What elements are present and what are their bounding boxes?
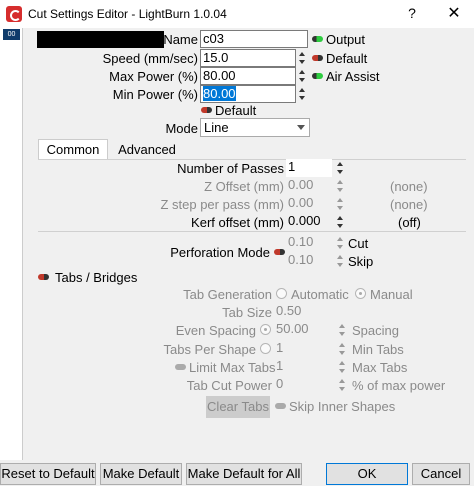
min-power-input[interactable]: 80.00 <box>200 85 296 103</box>
tab-size-input[interactable]: 0.50 <box>274 303 324 321</box>
tab-cut-power-spinner-icon[interactable] <box>338 377 347 393</box>
cancel-button[interactable]: Cancel <box>412 463 470 485</box>
section-divider <box>38 231 466 232</box>
skip-inner-shapes-toggle[interactable] <box>275 403 286 409</box>
min-tabs-input[interactable]: 1 <box>274 340 330 358</box>
kerf-note: (off) <box>398 215 421 230</box>
manual-label: Manual <box>370 287 413 302</box>
z-offset-spinner-icon[interactable] <box>336 178 345 194</box>
z-step-input[interactable]: 0.00 <box>286 195 332 213</box>
skip-inner-shapes-label: Skip Inner Shapes <box>289 399 396 414</box>
min-power-spinner-icon[interactable] <box>298 86 307 102</box>
kerf-label: Kerf offset (mm) <box>191 215 284 230</box>
reset-to-default-button[interactable]: Reset to Default <box>0 463 96 485</box>
tab-cut-power-unit: % of max power <box>352 378 446 393</box>
z-step-note: (none) <box>390 197 428 212</box>
max-tabs-spinner-icon[interactable] <box>338 359 347 375</box>
passes-spinner-icon[interactable] <box>336 160 345 176</box>
manual-radio[interactable] <box>355 288 366 299</box>
kerf-spinner-icon[interactable] <box>336 214 345 230</box>
min-tabs-label: Min Tabs <box>352 342 404 357</box>
layer-chip[interactable]: 00 <box>3 29 20 40</box>
window-title: Cut Settings Editor - LightBurn 1.0.04 <box>28 7 227 21</box>
z-offset-note: (none) <box>390 179 428 194</box>
automatic-label: Automatic <box>291 287 349 302</box>
clear-tabs-button[interactable]: Clear Tabs <box>206 396 270 418</box>
limit-max-tabs-toggle[interactable] <box>175 364 186 370</box>
even-spacing-radio[interactable] <box>260 324 271 335</box>
mode-dropdown[interactable]: Line <box>200 118 310 137</box>
name-input[interactable]: c03 <box>200 30 308 48</box>
perforation-label: Perforation Mode <box>170 245 270 260</box>
perf-cut-label: Cut <box>348 236 369 251</box>
tab-size-label: Tab Size <box>222 305 272 320</box>
perforation-toggle[interactable] <box>274 249 285 255</box>
chevron-down-icon <box>297 125 305 130</box>
max-power-spinner-icon[interactable] <box>298 68 307 84</box>
spacing-spinner-icon[interactable] <box>338 322 347 338</box>
help-button[interactable]: ? <box>404 5 420 21</box>
output-label: Output <box>326 32 366 47</box>
perf-cut-spinner-icon[interactable] <box>336 235 345 251</box>
passes-input[interactable]: 1 <box>286 159 332 177</box>
lightburn-app-icon <box>6 6 22 22</box>
speed-spinner-icon[interactable] <box>298 50 307 66</box>
output-toggle[interactable] <box>312 36 323 42</box>
mode-value: Line <box>204 120 229 135</box>
z-step-spinner-icon[interactable] <box>336 196 345 212</box>
spacing-label: Spacing <box>352 323 399 338</box>
tabs-per-shape-label: Tabs Per Shape <box>163 342 256 357</box>
tab-cut-power-input[interactable]: 0 <box>274 376 330 394</box>
perf-skip-spinner-icon[interactable] <box>336 253 345 269</box>
max-tabs-input[interactable]: 1 <box>274 358 330 376</box>
z-offset-input[interactable]: 0.00 <box>286 177 332 195</box>
speed-input[interactable]: 15.0 <box>200 49 296 67</box>
passes-label: Number of Passes <box>177 161 284 176</box>
tabs-per-shape-radio[interactable] <box>260 343 271 354</box>
make-default-button[interactable]: Make Default <box>100 463 182 485</box>
mode-label: Mode <box>165 121 198 136</box>
limit-max-tabs-label: Limit Max Tabs <box>189 360 276 375</box>
max-power-label: Max Power (%) <box>109 69 198 84</box>
tab-cut-power-label: Tab Cut Power <box>186 378 272 393</box>
z-step-label: Z step per pass (mm) <box>160 197 284 212</box>
max-tabs-label: Max Tabs <box>352 360 408 375</box>
default-toggle[interactable] <box>312 55 323 61</box>
perf-skip-input[interactable]: 0.10 <box>286 252 332 270</box>
tab-advanced[interactable]: Advanced <box>112 140 182 161</box>
tab-divider <box>38 159 466 160</box>
tabs-bridges-header: Tabs / Bridges <box>55 270 138 285</box>
spacing-input[interactable]: 50.00 <box>274 321 330 339</box>
make-default-for-all-button[interactable]: Make Default for All <box>186 463 302 485</box>
layer-list-strip <box>0 28 23 460</box>
even-spacing-label: Even Spacing <box>175 323 256 338</box>
perf-skip-label: Skip <box>348 254 374 269</box>
min-power-selected-text: 80.00 <box>203 86 236 101</box>
automatic-radio[interactable] <box>276 288 287 299</box>
min-power-label: Min Power (%) <box>112 87 198 102</box>
kerf-input[interactable]: 0.000 <box>286 213 332 231</box>
min-power-default-toggle[interactable] <box>201 107 212 113</box>
name-label: Name <box>163 32 198 47</box>
speed-label: Speed (mm/sec) <box>102 51 198 66</box>
air-assist-label: Air Assist <box>326 69 380 84</box>
tabs-bridges-toggle[interactable] <box>38 274 49 280</box>
close-button[interactable]: ✕ <box>446 3 462 23</box>
ok-button[interactable]: OK <box>326 463 408 485</box>
tab-common[interactable]: Common <box>38 139 108 160</box>
air-assist-toggle[interactable] <box>312 73 323 79</box>
tab-generation-label: Tab Generation <box>183 287 272 302</box>
default-label: Default <box>326 51 368 66</box>
min-tabs-spinner-icon[interactable] <box>338 341 347 357</box>
min-power-default-label: Default <box>215 103 257 118</box>
perf-cut-input[interactable]: 0.10 <box>286 234 332 252</box>
max-power-input[interactable]: 80.00 <box>200 67 296 85</box>
z-offset-label: Z Offset (mm) <box>204 179 284 194</box>
